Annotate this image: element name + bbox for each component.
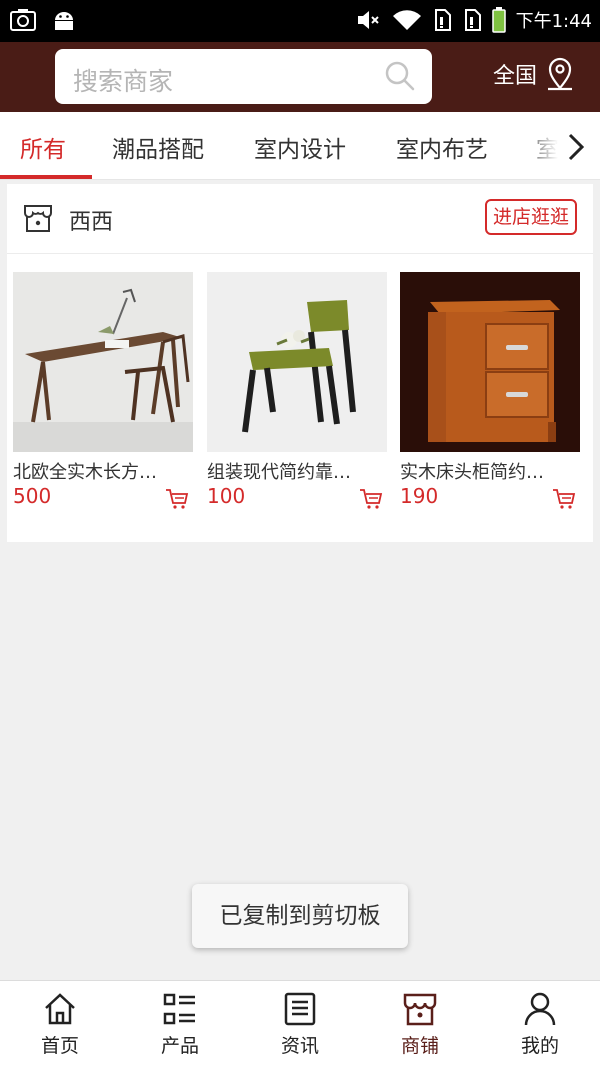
status-bar: 下午1:44	[0, 0, 600, 42]
nav-home[interactable]: 首页	[0, 981, 120, 1067]
tab-interior-fabric[interactable]: 室内布艺	[396, 130, 488, 164]
product-name: 北欧全实木长方…	[13, 462, 157, 483]
wifi-icon	[392, 10, 421, 30]
product-image-chair[interactable]	[207, 272, 387, 452]
nav-label: 我的	[520, 1035, 559, 1057]
store-header[interactable]: 西西 进店逛逛	[7, 184, 593, 254]
product-image-dining-table[interactable]	[13, 272, 193, 452]
news-icon	[284, 992, 316, 1026]
home-icon	[45, 993, 75, 1025]
nav-profile[interactable]: 我的	[480, 981, 600, 1067]
search-bar[interactable]: 搜索商家	[55, 49, 432, 104]
active-tab-indicator	[0, 175, 92, 179]
user-icon	[524, 992, 556, 1026]
visit-store-button[interactable]: 进店逛逛	[485, 199, 578, 235]
location-pin-icon	[548, 57, 573, 91]
clock: 下午1:44	[515, 11, 592, 32]
bottom-nav: 首页 产品 资讯 商铺 我的	[0, 980, 600, 1067]
category-tabs: 所有 潮品搭配 室内设计 室内布艺 室	[0, 112, 600, 180]
store-card: 西西 进店逛逛 北欧全实木长方… 500 组装现代简约靠… 100 实木床头柜简…	[7, 184, 593, 542]
tab-trend-match[interactable]: 潮品搭配	[112, 130, 204, 164]
sim-1-icon	[434, 9, 451, 31]
product-price: 190	[400, 484, 439, 508]
nav-label: 资讯	[280, 1035, 319, 1057]
top-header: 搜索商家 全国	[0, 42, 600, 112]
nav-label: 商铺	[400, 1035, 439, 1057]
nav-label: 首页	[40, 1035, 79, 1057]
screenshot-icon	[10, 9, 36, 31]
search-icon[interactable]	[384, 60, 416, 92]
product-card[interactable]: 北欧全实木长方… 500	[13, 272, 193, 522]
cart-icon[interactable]	[552, 488, 576, 510]
android-icon	[55, 12, 73, 30]
product-price: 100	[207, 484, 246, 508]
product-card[interactable]: 实木床头柜简约… 190	[400, 272, 580, 522]
mute-icon	[357, 11, 379, 29]
cart-icon[interactable]	[165, 488, 189, 510]
product-price: 500	[13, 484, 52, 508]
product-name: 实木床头柜简约…	[400, 462, 544, 483]
nav-label: 产品	[160, 1035, 199, 1057]
store-name: 西西	[69, 210, 114, 235]
store-icon	[403, 993, 437, 1026]
nav-stores[interactable]: 商铺	[360, 981, 480, 1067]
sim-2-icon	[464, 9, 481, 31]
toast-message: 已复制到剪切板	[192, 884, 408, 948]
product-name: 组装现代简约靠…	[207, 462, 351, 483]
chevron-right-icon[interactable]	[565, 132, 587, 162]
nav-products[interactable]: 产品	[120, 981, 240, 1067]
tab-all[interactable]: 所有	[20, 130, 66, 164]
tab-interior-design[interactable]: 室内设计	[254, 130, 346, 164]
battery-icon	[491, 7, 506, 33]
region-selector[interactable]: 全国	[493, 57, 575, 91]
cart-icon[interactable]	[359, 488, 383, 510]
product-image-nightstand[interactable]	[400, 272, 580, 452]
search-input[interactable]: 搜索商家	[73, 62, 173, 98]
list-icon	[163, 993, 195, 1025]
nav-news[interactable]: 资讯	[240, 981, 360, 1067]
product-card[interactable]: 组装现代简约靠… 100	[207, 272, 387, 522]
region-label: 全国	[493, 64, 538, 89]
shop-icon	[24, 205, 52, 232]
